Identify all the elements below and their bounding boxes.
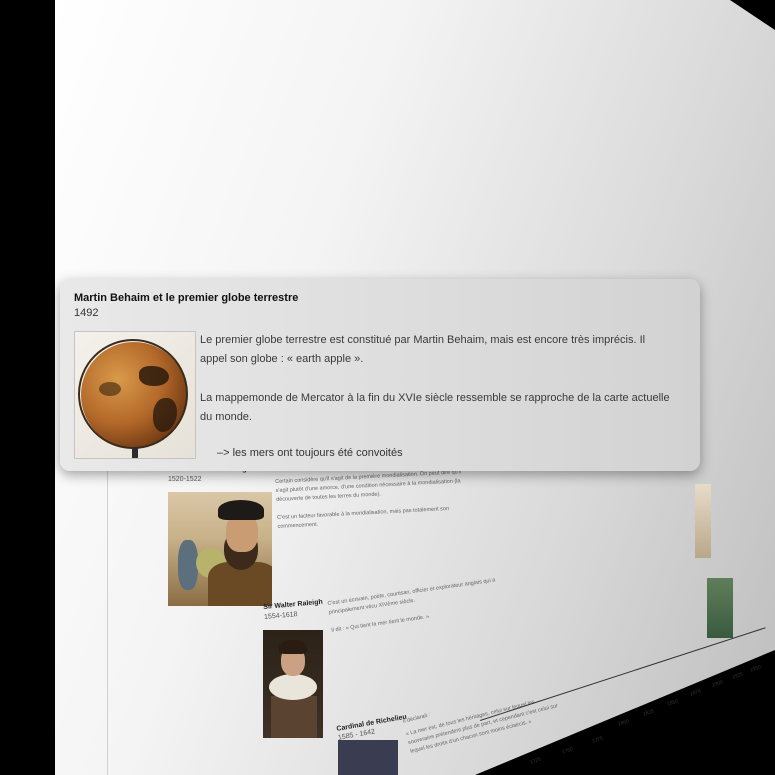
entry-description: C'est un écrivain, poète, courtisan, off… xyxy=(327,575,510,636)
axis-tick-label: 1725 xyxy=(529,756,542,766)
axis-tick-label: 1925 xyxy=(731,671,744,681)
axis-tick-label: 1800 xyxy=(617,718,630,728)
axis-tick-label: 1900 xyxy=(711,679,724,689)
raleigh-portrait-image[interactable] xyxy=(263,630,323,738)
axis-tick-label: 1950 xyxy=(749,664,762,674)
popup-title: Martin Behaim et le premier globe terres… xyxy=(74,292,299,304)
entry-text-2: C'est un facteur favorable à la mondiali… xyxy=(276,505,450,530)
entry-text-1: Certain considère qu'il s'agit de la pre… xyxy=(275,469,462,503)
globe-icon xyxy=(78,339,188,449)
entry-years: 1520-1522 xyxy=(168,476,202,483)
timeline-axis xyxy=(480,627,766,721)
popup-link[interactable]: –> les mers ont toujours été convoités xyxy=(217,447,403,459)
event-detail-popup[interactable]: Martin Behaim et le premier globe terres… xyxy=(60,279,700,471)
popup-paragraph-2: La mappemonde de Mercator à la fin du XV… xyxy=(200,392,670,423)
timeline-vertical-rule xyxy=(107,470,108,775)
richelieu-portrait-image[interactable] xyxy=(338,740,398,775)
axis-tick-label: 1875 xyxy=(689,688,702,698)
axis-tick-label: 1750 xyxy=(561,746,574,756)
magellan-portrait-image[interactable] xyxy=(168,492,272,606)
behaim-globe-image[interactable] xyxy=(74,331,196,459)
entry-years: 1554-1618 xyxy=(263,611,298,621)
axis-tick-label: 1850 xyxy=(666,698,679,708)
entry-description: Certain considère qu'il s'agit de la pre… xyxy=(275,468,468,532)
side-thumbnail-image[interactable] xyxy=(695,484,711,558)
popup-year: 1492 xyxy=(74,307,99,319)
timeline-entry-raleigh[interactable]: Sir Walter Raleigh 1554-1618 xyxy=(263,599,324,621)
popup-paragraph-1: Le premier globe terrestre est constitué… xyxy=(200,334,646,365)
side-thumbnail-image[interactable] xyxy=(707,578,733,638)
timeline-entry-richelieu[interactable]: Cardinal de Richelieu 1585 - 1642 xyxy=(336,714,409,742)
axis-tick-label: 1775 xyxy=(591,735,604,745)
axis-tick-label: 1825 xyxy=(642,708,655,718)
